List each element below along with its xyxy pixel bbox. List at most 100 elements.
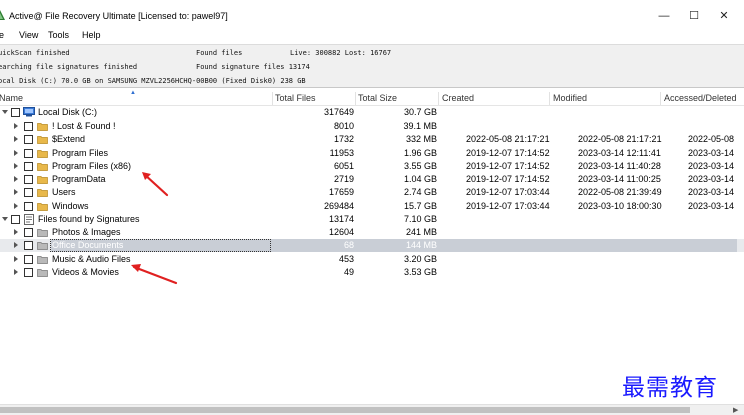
row-label: Music & Audio Files xyxy=(52,254,131,264)
row-label: Program Files xyxy=(52,148,109,158)
checkbox[interactable] xyxy=(24,149,33,158)
total-files-cell: 317649 xyxy=(323,107,354,117)
menu-help[interactable]: Help xyxy=(82,30,101,40)
expand-icon[interactable] xyxy=(14,269,18,275)
checkbox[interactable] xyxy=(24,135,33,144)
menu-tools[interactable]: Tools xyxy=(48,30,69,40)
menu-view[interactable]: View xyxy=(19,30,38,40)
folder-icon xyxy=(37,150,48,158)
close-button[interactable]: ✕ xyxy=(714,8,734,24)
accessed-cell: 2023-03-14 xyxy=(688,174,735,184)
checkbox[interactable] xyxy=(24,255,33,264)
expand-icon[interactable] xyxy=(14,242,18,248)
column-divider[interactable] xyxy=(438,92,439,105)
checkbox[interactable] xyxy=(24,188,33,197)
created-cell: 2019-12-07 17:14:52 xyxy=(466,148,550,158)
menu-bar: le View Tools Help xyxy=(0,28,744,43)
signature-list-icon xyxy=(24,214,34,225)
checkbox[interactable] xyxy=(24,241,33,250)
folder-icon xyxy=(37,123,48,131)
checkbox[interactable] xyxy=(11,108,20,117)
checkbox[interactable] xyxy=(24,162,33,171)
tree-row-program-files-x86[interactable]: Program Files (x86) 6051 3.55 GB 2019-12… xyxy=(0,160,744,173)
folder-gray-icon xyxy=(37,229,48,237)
expand-icon[interactable] xyxy=(14,189,18,195)
tree-row-files-found-by-signatures[interactable]: Files found by Signatures 13174 7.10 GB xyxy=(0,213,744,226)
folder-gray-icon xyxy=(37,269,48,277)
checkbox[interactable] xyxy=(24,175,33,184)
total-files-cell: 6051 xyxy=(333,161,354,171)
found-files-label: Found files xyxy=(196,49,243,57)
tree-row-program-files[interactable]: Program Files 11953 1.96 GB 2019-12-07 1… xyxy=(0,147,744,160)
tree-row-users[interactable]: Users 17659 2.74 GB 2019-12-07 17:03:44 … xyxy=(0,186,744,199)
tree-row-office-documents[interactable]: Office Documents 68 144 MB xyxy=(0,239,744,252)
scrollbar-thumb[interactable] xyxy=(0,407,690,413)
row-label: Photos & Images xyxy=(52,227,121,237)
disk-drive-icon xyxy=(23,107,35,117)
folder-icon xyxy=(37,163,48,171)
column-divider[interactable] xyxy=(549,92,550,105)
column-modified[interactable]: Modified xyxy=(553,93,587,103)
column-total-size[interactable]: Total Size xyxy=(358,93,397,103)
row-label: Local Disk (C:) xyxy=(38,107,98,117)
total-files-cell: 68 xyxy=(343,240,354,250)
column-name[interactable]: Name xyxy=(0,93,23,103)
column-divider[interactable] xyxy=(272,92,273,105)
created-cell: 2022-05-08 21:17:21 xyxy=(466,134,550,144)
horizontal-scrollbar[interactable]: ▶ xyxy=(0,404,744,415)
scroll-right-icon[interactable]: ▶ xyxy=(733,406,738,414)
tree-row-videos-movies[interactable]: Videos & Movies 49 3.53 GB xyxy=(0,266,744,279)
expand-icon[interactable] xyxy=(14,163,18,169)
collapse-icon[interactable] xyxy=(2,110,8,114)
total-size-cell: 30.7 GB xyxy=(403,107,437,117)
collapse-icon[interactable] xyxy=(2,217,8,221)
checkbox[interactable] xyxy=(24,122,33,131)
checkbox[interactable] xyxy=(24,268,33,277)
row-label: Users xyxy=(52,187,76,197)
checkbox[interactable] xyxy=(24,202,33,211)
expand-icon[interactable] xyxy=(14,176,18,182)
folder-icon xyxy=(37,136,48,144)
modified-cell: 2022-05-08 21:17:21 xyxy=(578,134,662,144)
checkbox[interactable] xyxy=(11,215,20,224)
column-accessed-deleted[interactable]: Accessed/Deleted xyxy=(664,93,737,103)
expand-icon[interactable] xyxy=(14,203,18,209)
total-size-cell: 3.53 GB xyxy=(403,267,437,277)
expand-icon[interactable] xyxy=(14,229,18,235)
total-size-cell: 241 MB xyxy=(405,227,437,237)
folder-icon xyxy=(37,176,48,184)
tree-row-extend[interactable]: $Extend 1732 332 MB 2022-05-08 21:17:21 … xyxy=(0,133,744,146)
expand-icon[interactable] xyxy=(14,123,18,129)
created-cell: 2019-12-07 17:14:52 xyxy=(466,174,550,184)
modified-cell: 2023-03-14 11:00:25 xyxy=(578,174,661,184)
total-files-cell: 13174 xyxy=(328,214,354,224)
expand-icon[interactable] xyxy=(14,256,18,262)
tree-row-music-audio[interactable]: Music & Audio Files 453 3.20 GB xyxy=(0,253,744,266)
total-size-cell: 144 MB xyxy=(405,240,437,250)
accessed-cell: 2023-03-14 xyxy=(688,201,735,211)
column-header: ▲ Name Total Files Total Size Created Mo… xyxy=(0,90,744,106)
column-divider[interactable] xyxy=(355,92,356,105)
total-files-cell: 453 xyxy=(338,254,354,264)
minimize-button[interactable]: — xyxy=(654,8,674,24)
checkbox[interactable] xyxy=(24,228,33,237)
expand-icon[interactable] xyxy=(14,150,18,156)
column-created[interactable]: Created xyxy=(442,93,474,103)
title-bar: Active@ File Recovery Ultimate [Licensed… xyxy=(0,0,744,30)
row-label: Videos & Movies xyxy=(52,267,119,277)
modified-cell: 2023-03-10 18:00:30 xyxy=(578,201,662,211)
tree-row-windows[interactable]: Windows 269484 15.7 GB 2019-12-07 17:03:… xyxy=(0,200,744,213)
total-size-cell: 7.10 GB xyxy=(403,214,437,224)
tree-row-programdata[interactable]: ProgramData 2719 1.04 GB 2019-12-07 17:1… xyxy=(0,173,744,186)
row-label: Office Documents xyxy=(52,240,124,250)
tree-row-local-disk[interactable]: Local Disk (C:) 317649 30.7 GB xyxy=(0,106,744,119)
tree-row-lost-found[interactable]: ! Lost & Found ! 8010 39.1 MB xyxy=(0,120,744,133)
tree-row-photos-images[interactable]: Photos & Images 12604 241 MB xyxy=(0,226,744,239)
maximize-button[interactable]: ☐ xyxy=(684,8,704,24)
column-divider[interactable] xyxy=(660,92,661,105)
accessed-cell: 2023-03-14 xyxy=(688,187,735,197)
menu-file[interactable]: le xyxy=(0,30,4,40)
folder-gray-icon xyxy=(37,242,48,250)
expand-icon[interactable] xyxy=(14,136,18,142)
column-total-files[interactable]: Total Files xyxy=(275,93,316,103)
